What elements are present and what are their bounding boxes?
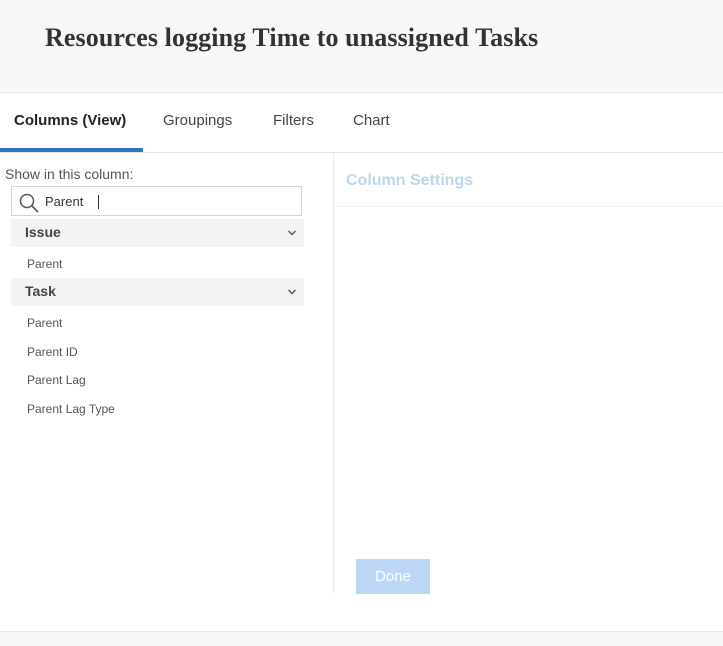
show-in-column-label: Show in this column:: [5, 166, 134, 182]
footer-bar: [0, 631, 723, 646]
tab-bar: Columns (View) Groupings Filters Chart: [0, 93, 723, 153]
tab-filters[interactable]: Filters: [273, 93, 314, 152]
column-settings-title: Column Settings: [346, 172, 474, 189]
text-caret: [98, 195, 99, 209]
done-button[interactable]: Done: [356, 559, 430, 594]
tab-columns-view[interactable]: Columns (View): [14, 93, 126, 152]
group-label-task: Task: [25, 283, 56, 299]
group-header-issue[interactable]: Issue: [11, 219, 304, 247]
report-header: Resources logging Time to unassigned Tas…: [0, 0, 723, 93]
group-header-task[interactable]: Task: [11, 278, 304, 306]
field-item-task-parent-id[interactable]: Parent ID: [27, 345, 78, 359]
search-input[interactable]: [45, 190, 295, 212]
chevron-down-icon[interactable]: [287, 229, 297, 237]
field-item-task-parent-lag[interactable]: Parent Lag: [27, 373, 86, 387]
settings-divider: [334, 206, 723, 207]
tab-groupings[interactable]: Groupings: [163, 93, 232, 152]
group-label-issue: Issue: [25, 224, 61, 240]
column-picker-panel: Show in this column: Issue Parent Task P…: [0, 153, 334, 593]
field-item-issue-parent[interactable]: Parent: [27, 257, 62, 271]
search-icon: [19, 193, 39, 213]
tab-chart[interactable]: Chart: [353, 93, 390, 152]
field-search-box[interactable]: [11, 186, 302, 216]
chevron-down-icon[interactable]: [287, 288, 297, 296]
field-item-task-parent-lag-type[interactable]: Parent Lag Type: [27, 402, 115, 416]
active-tab-indicator: [0, 148, 143, 152]
page-title: Resources logging Time to unassigned Tas…: [45, 23, 539, 52]
field-item-task-parent[interactable]: Parent: [27, 316, 62, 330]
